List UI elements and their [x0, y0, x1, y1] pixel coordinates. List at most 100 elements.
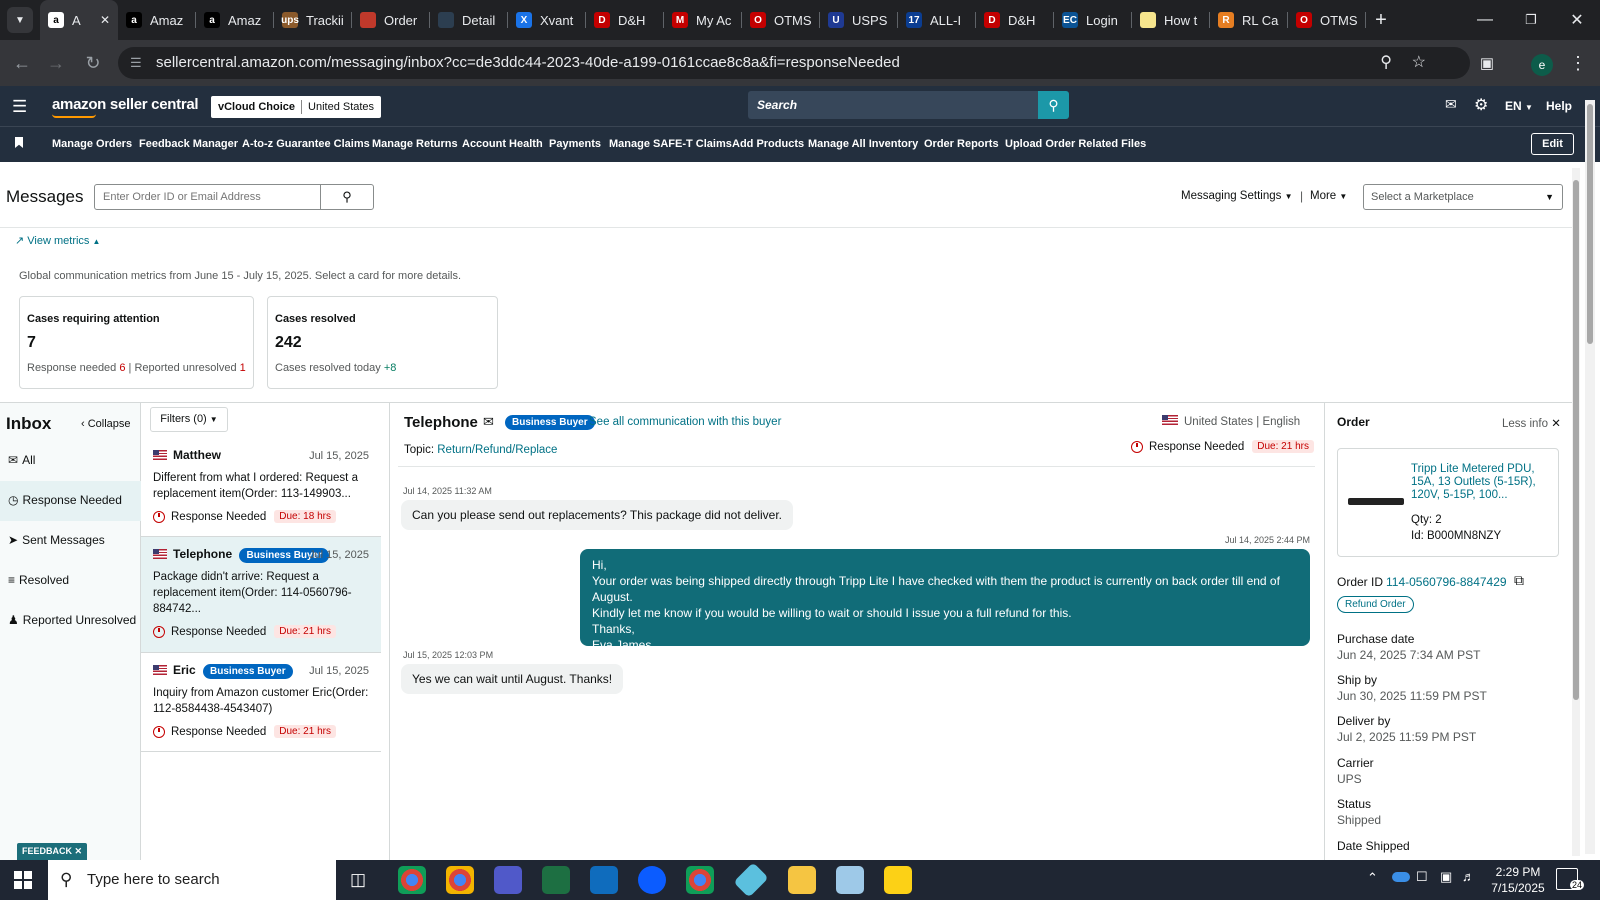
inbox-nav-reported[interactable]: ♟ Reported Unresolved: [8, 613, 136, 627]
browser-tab[interactable]: a Amaz: [118, 0, 196, 40]
close-window-icon[interactable]: ✕: [1554, 0, 1600, 40]
inbox-nav-response-needed[interactable]: ◷ Response Needed: [8, 493, 122, 507]
file-explorer-icon[interactable]: [788, 866, 816, 894]
browser-tab[interactable]: M My Ac: [664, 0, 742, 40]
taskbar-clock[interactable]: 2:29 PM 7/15/2025: [1491, 864, 1545, 896]
product-title-link[interactable]: Tripp Lite Metered PDU, 15A, 13 Outlets …: [1411, 463, 1551, 502]
product-image[interactable]: [1348, 498, 1404, 505]
nav-link[interactable]: Manage All Inventory: [808, 138, 918, 150]
browser-tab[interactable]: Order: [352, 0, 430, 40]
less-info-button[interactable]: Less info ✕: [1502, 416, 1561, 430]
teams-icon[interactable]: [494, 866, 522, 894]
tab-search-button[interactable]: ▼: [0, 0, 40, 40]
close-tab-icon[interactable]: ✕: [100, 13, 110, 27]
nav-link[interactable]: Feedback Manager: [139, 138, 238, 150]
browser-tab[interactable]: R RL Ca: [1210, 0, 1288, 40]
nav-link[interactable]: Manage Orders: [52, 138, 132, 150]
order-panel-scrollbar[interactable]: [1572, 168, 1580, 856]
zoom-icon[interactable]: [638, 866, 666, 894]
cases-attention-card[interactable]: Cases requiring attention 7 Response nee…: [19, 296, 254, 389]
account-switcher[interactable]: vCloud Choice United States: [211, 96, 382, 118]
nav-link[interactable]: Upload Order Related Files: [1005, 138, 1146, 150]
nav-link[interactable]: Order Reports: [924, 138, 999, 150]
nav-link[interactable]: Payments: [549, 138, 601, 150]
gear-icon[interactable]: ⚙: [1474, 95, 1488, 115]
language-selector[interactable]: EN ▼: [1505, 99, 1533, 113]
nav-link[interactable]: A-to-z Guarantee Claims: [242, 138, 370, 150]
outlook-icon[interactable]: [590, 866, 618, 894]
browser-tab[interactable]: D D&H: [586, 0, 664, 40]
marketplace-select[interactable]: Select a Marketplace ▼: [1363, 184, 1563, 210]
mail-icon[interactable]: ✉: [1445, 96, 1457, 113]
browser-tab[interactable]: How t: [1132, 0, 1210, 40]
chrome-icon[interactable]: [686, 866, 714, 894]
browser-tab[interactable]: O OTMS: [742, 0, 820, 40]
see-all-communication-link[interactable]: See all communication with this buyer: [589, 416, 781, 428]
header-search-input[interactable]: Search: [748, 91, 1038, 119]
conversation-item[interactable]: Matthew Jul 15, 2025 Different from what…: [141, 438, 381, 537]
task-view-icon[interactable]: ◫: [350, 870, 366, 890]
zoom-icon[interactable]: ⚲: [1380, 47, 1392, 79]
conversation-item[interactable]: Eric Business Buyer Jul 15, 2025 Inquiry…: [141, 653, 381, 752]
inbox-nav-sent[interactable]: ➤ Sent Messages: [8, 533, 105, 547]
extensions-icon[interactable]: ▣: [1474, 50, 1500, 76]
browser-menu-icon[interactable]: ⋮: [1565, 50, 1591, 76]
mail-icon[interactable]: ✉: [483, 414, 494, 430]
filters-button[interactable]: Filters (0) ▼: [150, 407, 228, 432]
nav-link[interactable]: Manage Returns: [372, 138, 458, 150]
bookmark-star-icon[interactable]: ☆: [1412, 47, 1426, 79]
security-icon[interactable]: ☐: [1416, 869, 1428, 885]
back-icon[interactable]: ←: [9, 50, 35, 76]
chevron-up-icon[interactable]: ⌃: [1367, 870, 1378, 886]
copy-icon[interactable]: ⧉: [1514, 572, 1524, 589]
address-bar[interactable]: ☰ sellercentral.amazon.com/messaging/inb…: [118, 47, 1470, 79]
help-link[interactable]: Help: [1546, 99, 1572, 113]
chrome-icon[interactable]: [446, 866, 474, 894]
browser-tab[interactable]: U USPS: [820, 0, 898, 40]
taskbar-search-input[interactable]: ⚲ Type here to search: [48, 860, 336, 900]
reload-icon[interactable]: ↻: [80, 50, 106, 76]
onedrive-icon[interactable]: [1392, 872, 1410, 882]
site-info-icon[interactable]: ☰: [130, 47, 142, 79]
close-icon[interactable]: ✕: [1551, 418, 1561, 430]
browser-tab[interactable]: EC Login: [1054, 0, 1132, 40]
conversation-item-selected[interactable]: Telephone Business Buyer Jul 15, 2025 Pa…: [141, 537, 381, 653]
nav-link[interactable]: Account Health: [462, 138, 543, 150]
network-icon[interactable]: ▣: [1440, 869, 1452, 885]
seller-central-logo[interactable]: amazon seller central: [52, 96, 199, 113]
more-dropdown[interactable]: More ▼: [1310, 190, 1347, 202]
refund-order-button[interactable]: Refund Order: [1337, 596, 1414, 613]
feedback-button[interactable]: FEEDBACK ✕: [17, 843, 88, 860]
profile-avatar[interactable]: e: [1531, 54, 1553, 76]
nav-link[interactable]: Add Products: [732, 138, 804, 150]
view-metrics-toggle[interactable]: ↗ View metrics ▲: [15, 234, 100, 247]
cases-resolved-card[interactable]: Cases resolved 242 Cases resolved today …: [267, 296, 498, 389]
inbox-nav-all[interactable]: ✉ All: [8, 453, 35, 467]
search-icon[interactable]: ⚲: [1038, 91, 1069, 119]
new-tab-button[interactable]: +: [1366, 9, 1396, 32]
notepad-icon[interactable]: [836, 866, 864, 894]
hamburger-menu-icon[interactable]: ☰: [12, 97, 27, 117]
inbox-nav-resolved[interactable]: ≡ Resolved: [8, 573, 69, 587]
nav-link[interactable]: Manage SAFE-T Claims: [609, 138, 732, 150]
search-icon[interactable]: ⚲: [320, 184, 374, 210]
order-id-link[interactable]: 114-0560796-8847429: [1386, 575, 1507, 589]
browser-tab[interactable]: X Xvant: [508, 0, 586, 40]
chrome-icon[interactable]: [398, 866, 426, 894]
excel-icon[interactable]: [542, 866, 570, 894]
order-search-input[interactable]: Enter Order ID or Email Address: [94, 184, 321, 210]
browser-tab[interactable]: Detail: [430, 0, 508, 40]
collapse-button[interactable]: ‹ Collapse: [81, 418, 131, 430]
windows-start-icon[interactable]: [14, 871, 32, 889]
sticky-notes-icon[interactable]: [884, 866, 912, 894]
browser-tab[interactable]: O OTMS: [1288, 0, 1366, 40]
browser-tab-active[interactable]: a A ✕: [40, 0, 118, 40]
restore-icon[interactable]: ❐: [1508, 0, 1554, 40]
forward-icon[interactable]: →: [43, 50, 69, 76]
messaging-settings-dropdown[interactable]: Messaging Settings ▼: [1181, 190, 1293, 202]
browser-tab[interactable]: D D&H: [976, 0, 1054, 40]
minimize-icon[interactable]: —: [1462, 0, 1508, 40]
browser-tab[interactable]: a Amaz: [196, 0, 274, 40]
page-scrollbar[interactable]: [1585, 100, 1595, 854]
browser-tab[interactable]: 17 ALL-I: [898, 0, 976, 40]
